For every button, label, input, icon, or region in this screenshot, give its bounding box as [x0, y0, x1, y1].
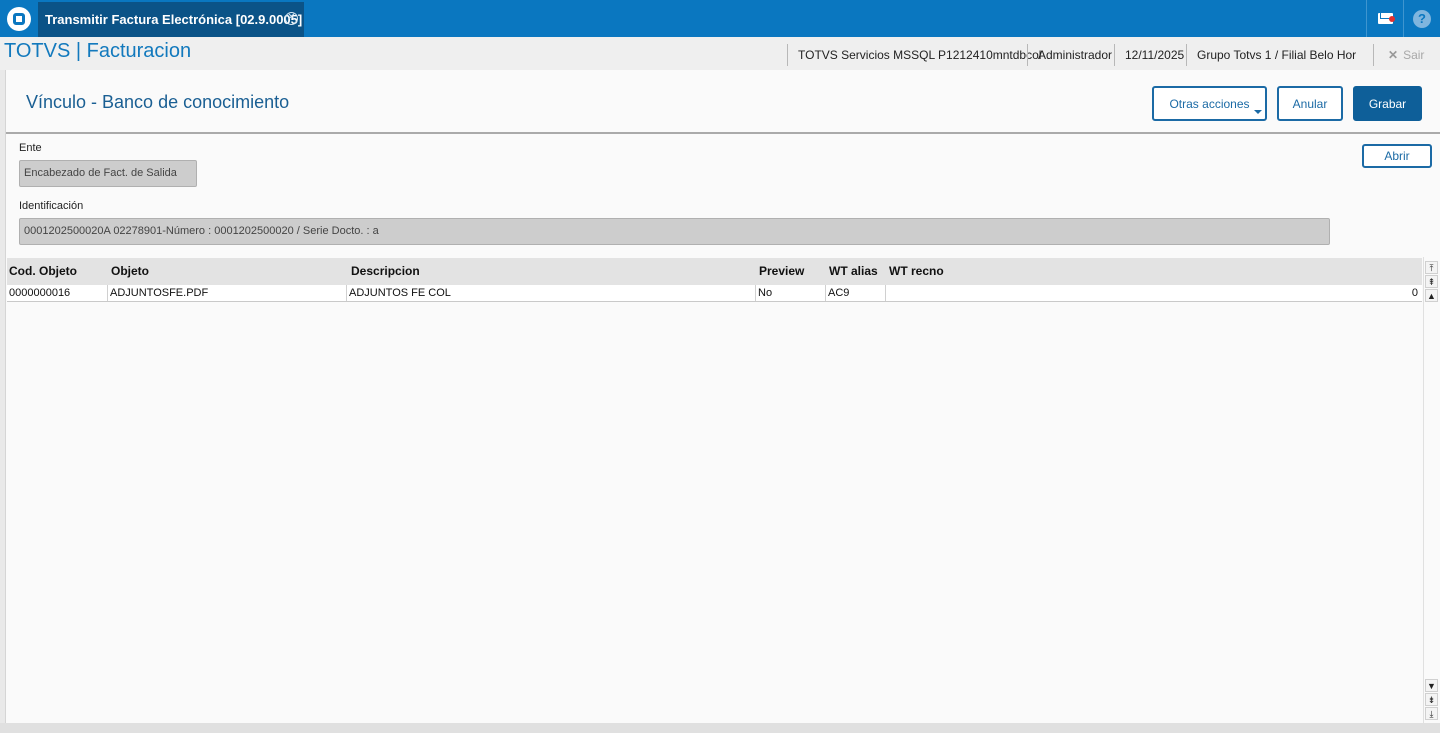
logo-inner-shape — [12, 12, 25, 25]
exit-button[interactable]: ✕ Sair — [1373, 44, 1424, 66]
scroll-page-up-icon[interactable]: ⇞ — [1425, 275, 1438, 288]
cell-wt-recno: 0 — [1411, 287, 1418, 299]
notification-dot — [1388, 16, 1395, 22]
page-title: Vínculo - Banco de conocimiento — [26, 92, 290, 112]
column-header-objeto[interactable]: Objeto — [109, 258, 347, 285]
close-icon: ✕ — [1388, 48, 1399, 62]
help-icon: ? — [1413, 9, 1431, 28]
entity-field[interactable]: Encabezado de Fact. de Salida — [19, 160, 197, 187]
identification-field[interactable]: 0001202500020A 02278901-Número : 0001202… — [19, 218, 1330, 245]
logo-circle — [6, 6, 31, 31]
tab-title: Transmitir Factura Electrónica [02.9.000… — [45, 12, 303, 27]
scroll-page-down-icon[interactable]: ⇟ — [1425, 693, 1438, 706]
open-button[interactable]: Abrir — [1362, 144, 1432, 168]
save-label: Grabar — [1368, 96, 1407, 111]
scroll-top-icon[interactable]: ⤒ — [1425, 261, 1438, 274]
cell-wt-alias: AC9 — [826, 285, 886, 301]
close-icon[interactable]: ✕ — [285, 12, 298, 25]
save-button[interactable]: Grabar — [1353, 86, 1422, 121]
cell-descripcion: ADJUNTOS FE COL — [347, 285, 756, 301]
scroll-up-icon[interactable]: ▲ — [1425, 289, 1438, 302]
column-header-cod-objeto[interactable]: Cod. Objeto — [7, 258, 107, 285]
exit-label: Sair — [1403, 48, 1425, 62]
date-info: 12/11/2025 — [1114, 44, 1184, 66]
app-header: TOTVS | Facturacion TOTVS Servicios MSSQ… — [0, 37, 1440, 70]
more-actions-button[interactable]: Otras acciones — [1152, 86, 1267, 121]
knowledge-grid: Cod. Objeto Objeto Descripcion Preview W… — [7, 257, 1422, 723]
help-button[interactable]: ? — [1403, 0, 1440, 37]
grid-header: Cod. Objeto Objeto Descripcion Preview W… — [7, 258, 1422, 285]
cell-preview: No — [756, 285, 826, 301]
column-header-preview[interactable]: Preview — [757, 258, 826, 285]
mail-icon — [1377, 13, 1395, 24]
scroll-down-icon[interactable]: ▼ — [1425, 679, 1438, 692]
grid-scrollbar[interactable]: ⤒ ⇞ ▲ ▼ ⇟ ⤓ — [1423, 257, 1438, 723]
tab-transmitir-factura[interactable]: Transmitir Factura Electrónica [02.9.000… — [38, 2, 304, 37]
cell-objeto: ADJUNTOSFE.PDF — [108, 285, 347, 301]
cell-cod-objeto: 0000000016 — [7, 285, 108, 301]
table-row[interactable]: 0000000016 ADJUNTOSFE.PDF ADJUNTOS FE CO… — [7, 285, 1422, 302]
cancel-button[interactable]: Anular — [1277, 86, 1343, 121]
chevron-down-icon — [1254, 110, 1262, 114]
column-header-wt-alias[interactable]: WT alias — [827, 258, 885, 285]
main-panel: Vínculo - Banco de conocimiento Otras ac… — [5, 70, 1440, 723]
totvs-logo-icon[interactable] — [0, 0, 37, 37]
branch-info: Grupo Totvs 1 / Filial Belo Hor — [1186, 44, 1356, 66]
bottom-edge — [0, 723, 1440, 733]
environment-info: TOTVS Servicios MSSQL P1212410mntdbcol — [787, 44, 1041, 66]
open-label: Abrir — [1384, 149, 1410, 163]
app-title: TOTVS | Facturacion — [4, 40, 192, 62]
cancel-label: Anular — [1292, 96, 1328, 111]
messages-button[interactable] — [1366, 0, 1403, 37]
header-divider — [6, 132, 1440, 134]
column-header-descripcion[interactable]: Descripcion — [349, 258, 757, 285]
identification-label: Identificación — [19, 200, 84, 212]
entity-label: Ente — [19, 142, 42, 154]
more-actions-label: Otras acciones — [1169, 96, 1250, 111]
column-header-wt-recno[interactable]: WT recno — [887, 258, 1087, 285]
scroll-bottom-icon[interactable]: ⤓ — [1425, 707, 1438, 720]
user-info: Administrador — [1027, 44, 1112, 66]
top-bar: Transmitir Factura Electrónica [02.9.000… — [0, 0, 1440, 37]
